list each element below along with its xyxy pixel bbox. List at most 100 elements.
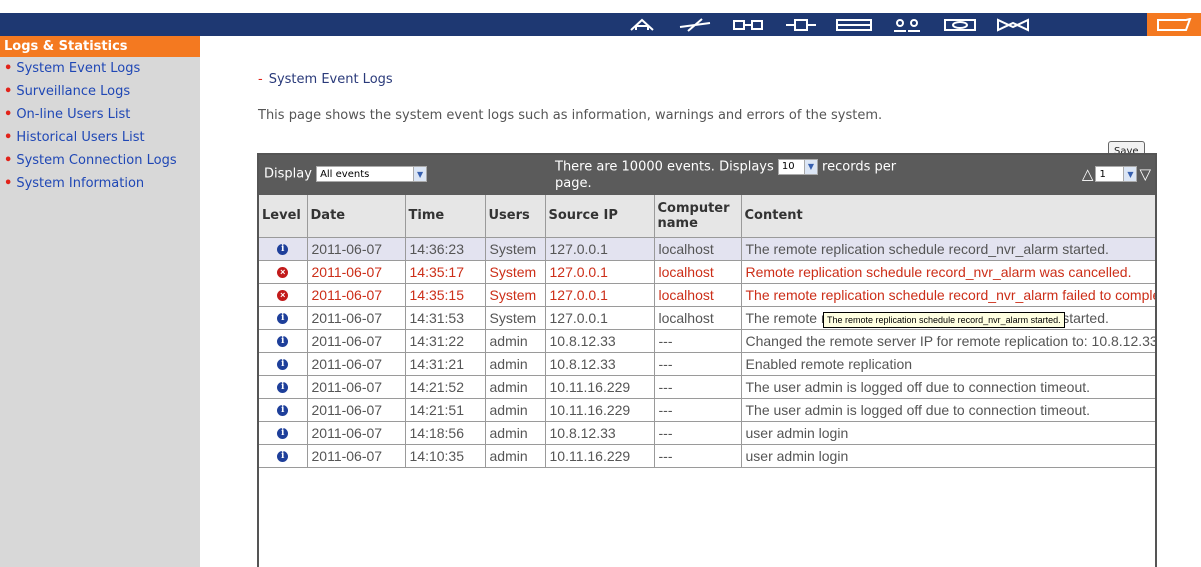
computer-name-cell: localhost	[654, 260, 742, 284]
chevron-down-icon: ▼	[1123, 167, 1137, 181]
sidebar-item-system-event-logs[interactable]: • System Event Logs	[0, 57, 200, 80]
source-ip-cell: 127.0.0.1	[545, 283, 655, 307]
sidebar-item-label: System Information	[16, 176, 145, 191]
content-cell: The remote replication schedule record_n…	[741, 283, 1155, 307]
column-header-source-ip[interactable]: Source IP	[545, 195, 655, 238]
table-row[interactable]: i 2011-06-07 14:21:51 admin 10.11.16.229…	[259, 398, 1155, 422]
event-filter-select[interactable]: All events ▼	[316, 166, 428, 182]
event-filter-value: All events	[320, 168, 370, 180]
table-row[interactable]: i 2011-06-07 14:21:52 admin 10.11.16.229…	[259, 375, 1155, 399]
content-cell: The user admin is logged off due to conn…	[741, 375, 1155, 399]
column-header-content[interactable]: Content	[741, 195, 1155, 238]
network-icon[interactable]	[668, 13, 721, 36]
computer-name-cell: ---	[654, 421, 742, 445]
users-icon[interactable]	[880, 13, 933, 36]
column-header-date[interactable]: Date	[307, 195, 406, 238]
records-per-page-select[interactable]: 10 ▼	[777, 159, 818, 175]
date-cell: 2011-06-07	[307, 375, 406, 399]
time-cell: 14:31:21	[405, 352, 486, 376]
table-row[interactable]: i 2011-06-07 14:31:22 admin 10.8.12.33 -…	[259, 329, 1155, 353]
disk-icon[interactable]	[933, 13, 986, 36]
level-cell: ×	[259, 260, 308, 284]
content-cell: Enabled remote replication	[741, 352, 1155, 376]
date-cell: 2011-06-07	[307, 306, 406, 330]
events-info: There are 10000 events. Displays 10 ▼ rec…	[555, 159, 935, 192]
date-cell: 2011-06-07	[307, 444, 406, 468]
level-cell: i	[259, 329, 308, 353]
content-cell: Remote replication schedule record_nvr_a…	[741, 260, 1155, 284]
users-cell: admin	[485, 375, 546, 399]
sidebar-item-historical-users-list[interactable]: • Historical Users List	[0, 126, 200, 149]
bullet-icon: •	[4, 153, 13, 168]
date-cell: 2011-06-07	[307, 352, 406, 376]
level-cell: i	[259, 444, 308, 468]
sidebar-item-online-users-list[interactable]: • On-line Users List	[0, 103, 200, 126]
info-icon: i	[277, 244, 289, 256]
sidebar-item-label: Historical Users List	[16, 130, 145, 145]
source-ip-cell: 10.11.16.229	[545, 444, 655, 468]
table-row[interactable]: × 2011-06-07 14:35:15 System 127.0.0.1 l…	[259, 283, 1155, 307]
date-cell: 2011-06-07	[307, 421, 406, 445]
users-cell: admin	[485, 398, 546, 422]
time-cell: 14:36:23	[405, 237, 486, 261]
network-services-icon[interactable]	[986, 13, 1039, 36]
storage-icon[interactable]	[827, 13, 880, 36]
events-count-text: There are 10000 events. Displays	[555, 159, 774, 175]
records-per-page-value: 10	[781, 161, 795, 172]
time-cell: 14:31:22	[405, 329, 486, 353]
display-label: Display	[264, 166, 312, 182]
date-cell: 2011-06-07	[307, 398, 406, 422]
sidebar-item-system-information[interactable]: • System Information	[0, 172, 200, 195]
display-filter: Display All events ▼	[264, 166, 428, 182]
column-header-level[interactable]: Level	[259, 195, 308, 238]
sidebar-item-surveillance-logs[interactable]: • Surveillance Logs	[0, 80, 200, 103]
table-header-row: Level Date Time Users Source IP Computer…	[259, 195, 1155, 238]
table-row[interactable]: i 2011-06-07 14:31:21 admin 10.8.12.33 -…	[259, 352, 1155, 376]
logs-icon[interactable]	[1147, 13, 1201, 36]
table-row[interactable]: i 2011-06-07 14:36:23 System 127.0.0.1 l…	[259, 237, 1155, 261]
page-select[interactable]: 1 ▼	[1095, 166, 1138, 182]
content-cell: Changed the remote server IP for remote …	[741, 329, 1155, 353]
home-icon[interactable]	[615, 13, 668, 36]
plugin-icon[interactable]	[774, 13, 827, 36]
bullet-icon: •	[4, 61, 13, 76]
column-header-time[interactable]: Time	[405, 195, 486, 238]
date-cell: 2011-06-07	[307, 283, 406, 307]
device-icon[interactable]	[721, 13, 774, 36]
main-content: - System Event Logs This page shows the s…	[200, 36, 1201, 567]
info-icon: i	[277, 451, 289, 463]
bullet-icon: •	[4, 130, 13, 145]
content-cell: The remote replication schedule record_n…	[741, 237, 1155, 261]
error-icon: ×	[277, 267, 289, 279]
users-cell: System	[485, 237, 546, 261]
sidebar-item-system-connection-logs[interactable]: • System Connection Logs	[0, 149, 200, 172]
error-icon: ×	[277, 290, 289, 302]
column-header-computer-name[interactable]: Computer name	[654, 195, 742, 238]
bullet-icon: •	[4, 107, 13, 122]
next-page-icon[interactable]: ▽	[1139, 166, 1151, 182]
previous-page-icon[interactable]: △	[1082, 166, 1094, 182]
event-log-table: Level Date Time Users Source IP Computer…	[259, 195, 1155, 468]
column-header-users[interactable]: Users	[485, 195, 546, 238]
users-cell: admin	[485, 444, 546, 468]
info-icon: i	[277, 382, 289, 394]
breadcrumb: - System Event Logs	[258, 72, 393, 87]
page-title: System Event Logs	[268, 72, 393, 87]
time-cell: 14:21:51	[405, 398, 486, 422]
level-cell: i	[259, 237, 308, 261]
content-cell: The user admin is logged off due to conn…	[741, 398, 1155, 422]
computer-name-cell: ---	[654, 375, 742, 399]
sidebar: Logs & Statistics • System Event Logs • Su…	[0, 36, 200, 567]
table-row[interactable]: × 2011-06-07 14:35:17 System 127.0.0.1 l…	[259, 260, 1155, 284]
computer-name-cell: ---	[654, 329, 742, 353]
table-row[interactable]: i 2011-06-07 14:18:56 admin 10.8.12.33 -…	[259, 421, 1155, 445]
info-icon: i	[277, 428, 289, 440]
time-cell: 14:35:17	[405, 260, 486, 284]
computer-name-cell: localhost	[654, 306, 742, 330]
time-cell: 14:10:35	[405, 444, 486, 468]
info-icon: i	[277, 313, 289, 325]
level-cell: i	[259, 398, 308, 422]
table-row[interactable]: i 2011-06-07 14:10:35 admin 10.11.16.229…	[259, 444, 1155, 468]
source-ip-cell: 10.8.12.33	[545, 329, 655, 353]
level-cell: ×	[259, 283, 308, 307]
